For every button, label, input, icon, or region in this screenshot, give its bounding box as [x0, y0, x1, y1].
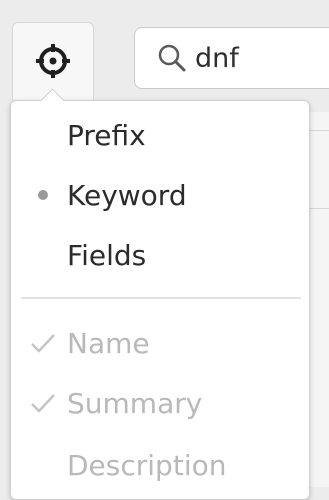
menu-item-label: Name [67, 326, 150, 360]
radio-indicator [27, 119, 59, 151]
search-field[interactable] [134, 27, 329, 89]
menu-item-label: Description [67, 448, 227, 482]
menu-item-fields[interactable]: Fields [11, 227, 309, 283]
menu-item-summary[interactable]: Summary [11, 375, 309, 431]
search-options-popover: Prefix Keyword Fields Name Summary Descr… [10, 88, 310, 500]
menu-item-label: Keyword [67, 178, 187, 212]
radio-indicator [27, 239, 59, 271]
search-input[interactable] [195, 42, 315, 74]
menu-item-description[interactable]: Description [11, 437, 309, 493]
menu-separator [21, 297, 301, 299]
crosshair-icon [35, 43, 71, 83]
menu-item-label: Prefix [67, 118, 146, 152]
menu-item-prefix[interactable]: Prefix [11, 107, 309, 163]
radio-selected-icon [27, 179, 59, 211]
search-icon [155, 41, 189, 75]
checkbox-empty [27, 449, 59, 481]
menu-item-keyword[interactable]: Keyword [11, 167, 309, 223]
menu-item-label: Fields [67, 238, 147, 272]
checkmark-icon [27, 327, 59, 359]
checkmark-icon [27, 387, 59, 419]
menu-item-name[interactable]: Name [11, 315, 309, 371]
menu-item-label: Summary [67, 386, 203, 420]
